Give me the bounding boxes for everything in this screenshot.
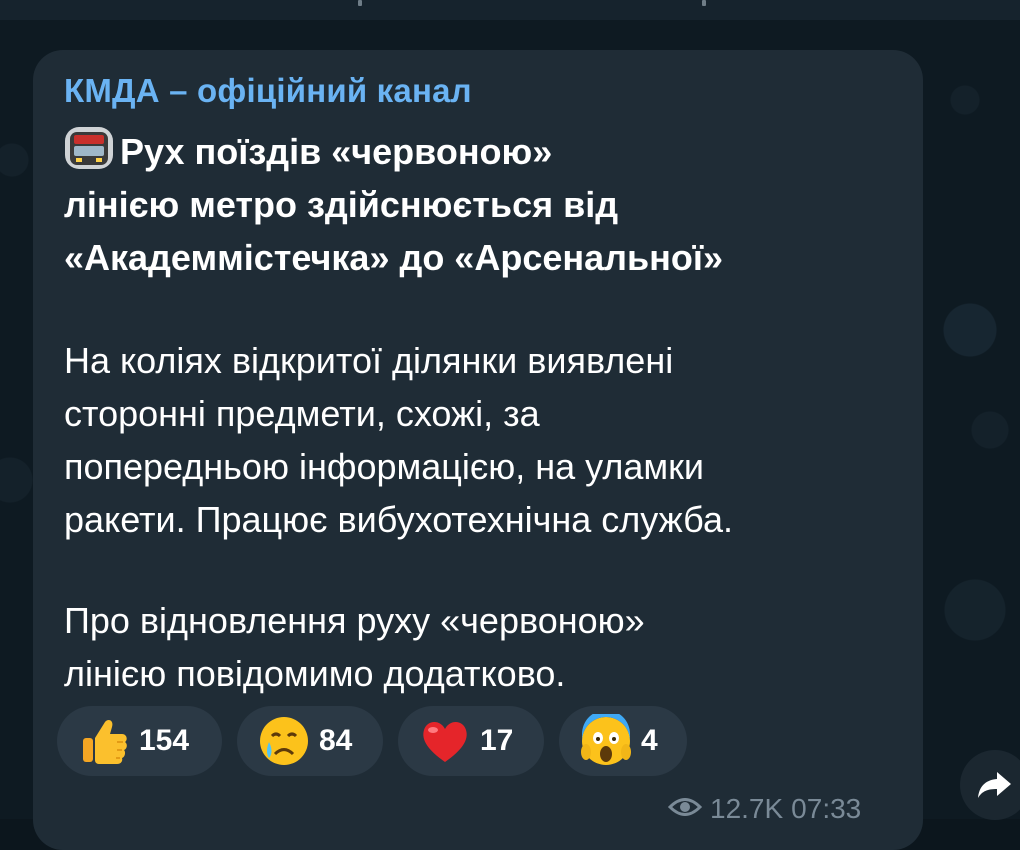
body-line-3: попередньою інформацією, на уламки: [64, 446, 705, 487]
message-time: 07:33: [791, 793, 862, 824]
footer-line-1: Про відновлення руху «червоною»: [64, 600, 645, 641]
reaction-crying-face[interactable]: 84: [237, 706, 383, 776]
thumbs-up-icon: [77, 714, 131, 768]
reaction-thumbs-up[interactable]: 154: [57, 706, 222, 776]
body-line-2: сторонні предмети, схожі, за: [64, 393, 540, 434]
message-title: Рух поїздів «червоною» лінією метро здій…: [64, 125, 909, 284]
title-line-1-text: Рух поїздів «червоною»: [120, 131, 553, 172]
title-line-1: Рух поїздів «червоною»: [64, 125, 909, 178]
red-heart-icon: [418, 714, 472, 768]
reaction-count: 84: [319, 724, 353, 757]
reaction-count: 17: [480, 724, 514, 757]
reaction-count: 154: [139, 724, 190, 757]
share-arrow-icon: [977, 770, 1013, 805]
message-meta: 12.7K 07:33: [667, 793, 862, 825]
views-count: 12.7K: [710, 793, 784, 824]
title-line-3: «Академмістечка» до «Арсенальної»: [64, 237, 724, 278]
reaction-red-heart[interactable]: 17: [398, 706, 544, 776]
footer-line-2: лінією повідомимо додатково.: [64, 653, 566, 694]
reaction-count: 4: [641, 724, 658, 757]
reaction-screaming-face[interactable]: 4: [559, 706, 687, 776]
text-fragment: [358, 0, 362, 6]
channel-name[interactable]: КМДА – офіційний канал: [64, 72, 472, 110]
previous-message-edge: [0, 0, 1020, 20]
message-footer: Про відновлення руху «червоною» лінією п…: [64, 594, 909, 700]
views-eye-icon: [667, 793, 703, 825]
text-fragment: [702, 0, 706, 6]
screaming-face-icon: [579, 710, 633, 768]
reactions-bar: 154 84 17 4: [57, 706, 687, 776]
metro-train-icon: [64, 126, 114, 170]
body-line-4: ракети. Працює вибухотехнічна служба.: [64, 499, 733, 540]
crying-face-icon: [257, 714, 311, 768]
title-line-2: лінією метро здійснюється від: [64, 184, 619, 225]
message-body: На коліях відкритої ділянки виявлені сто…: [64, 334, 909, 546]
body-line-1: На коліях відкритої ділянки виявлені: [64, 340, 674, 381]
